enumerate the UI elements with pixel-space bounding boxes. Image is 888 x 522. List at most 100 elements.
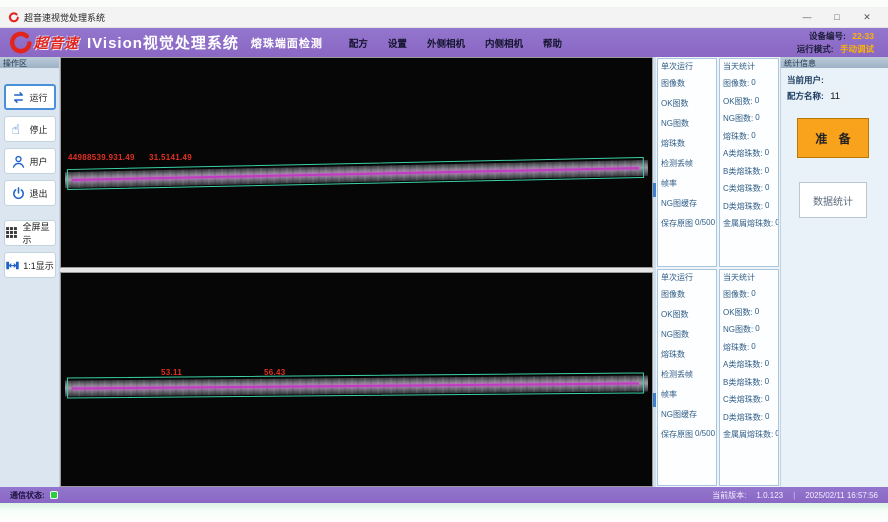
- stat-label: B类熔珠数:: [723, 166, 763, 177]
- stat-row: OK图数: [661, 98, 713, 109]
- user-label: 用户: [29, 155, 47, 168]
- stat-label: 检测丢帧: [661, 158, 693, 169]
- single-run-groupbox: 单次运行 图像数 OK图数 NG图数 熔珠数 检测丢帧 帧率 NG图缓存 保存原…: [657, 269, 717, 486]
- stats-section-top: 单次运行 图像数 OK图数 NG图数 熔珠数 检测丢帧 帧率 NG图缓存 保存原…: [656, 57, 780, 268]
- stat-value: 0: [751, 289, 755, 300]
- stat-value: 0: [755, 96, 759, 107]
- stat-row: NG图缓存: [661, 198, 713, 209]
- recipe-name-row: 配方名称: 11: [787, 90, 882, 102]
- version-value: 1.0.123: [756, 491, 783, 500]
- main-area: 操作区 运行 ☝ 停止 用户: [0, 57, 888, 487]
- stat-row: 金属屑熔珠数:0: [723, 429, 775, 440]
- stat-row: B类熔珠数:0: [723, 377, 775, 388]
- stat-label: 金属屑熔珠数:: [723, 218, 773, 229]
- daily-stats-groupbox: 当天统计 图像数:0 OK图数:0 NG图数:0 熔珠数:0 A类熔珠数:0 B…: [719, 58, 779, 267]
- stat-row: OK图数:0: [723, 307, 775, 318]
- desktop-background: [0, 503, 888, 522]
- stat-label: C类熔珠数:: [723, 183, 763, 194]
- stat-row: 金属屑熔珠数:0: [723, 218, 775, 229]
- stat-label: 检测丢帧: [661, 369, 693, 380]
- one-to-one-button[interactable]: 1:1显示: [4, 252, 56, 278]
- app-title: IVision视觉处理系统: [87, 32, 239, 53]
- stat-value: 0: [751, 131, 755, 142]
- stat-label: A类熔珠数:: [723, 359, 763, 370]
- stat-row: NG图数: [661, 118, 713, 129]
- stat-value: 0: [765, 377, 769, 388]
- stat-label: B类熔珠数:: [723, 377, 763, 388]
- daily-stats-title: 当天统计: [723, 61, 775, 72]
- stat-label: 帧率: [661, 389, 677, 400]
- sidebar-title: 操作区: [0, 57, 59, 68]
- minimize-button[interactable]: —: [794, 9, 820, 26]
- stat-value: 0: [765, 166, 769, 177]
- run-mode-row: 运行模式: 手动调试: [797, 43, 874, 55]
- exit-button[interactable]: 退出: [4, 180, 56, 206]
- data-statistics-button[interactable]: 数据统计: [799, 182, 867, 218]
- stat-value: 0: [751, 78, 755, 89]
- stat-row: C类熔珠数:0: [723, 394, 775, 405]
- application-window: 超音速视觉处理系统 — □ ✕ 超音速 IVision视觉处理系统 熔珠端面检测…: [0, 0, 888, 522]
- camera-image-top[interactable]: 44988539.931.49 31.5141.49: [60, 57, 653, 268]
- stat-row: C类熔珠数:0: [723, 183, 775, 194]
- weld-seam-strip: [64, 370, 649, 401]
- titlebar: 超音速视觉处理系统 — □ ✕: [0, 7, 888, 28]
- run-button[interactable]: 运行: [4, 84, 56, 110]
- stat-value: 0: [775, 429, 779, 440]
- stat-row: 熔珠数: [661, 138, 713, 149]
- prepare-button[interactable]: 准 备: [797, 118, 869, 158]
- stat-label: A类熔珠数:: [723, 148, 763, 159]
- current-user-label: 当前用户:: [787, 75, 824, 85]
- stat-value: 0: [775, 218, 779, 229]
- splitter-handle[interactable]: [653, 393, 656, 407]
- recipe-name-label: 配方名称:: [787, 91, 824, 101]
- stat-value: 0/500: [695, 218, 715, 229]
- stat-label: OK图数: [661, 98, 689, 109]
- stat-label: NG图数: [661, 118, 689, 129]
- current-user-row: 当前用户:: [787, 74, 882, 86]
- menu-settings[interactable]: 设置: [388, 36, 407, 50]
- stat-row: 熔珠数:0: [723, 342, 775, 353]
- menu-help[interactable]: 帮助: [543, 36, 562, 50]
- status-separator: |: [793, 491, 795, 500]
- brand-logo: 超音速: [8, 31, 79, 55]
- maximize-button[interactable]: □: [824, 9, 850, 26]
- user-button[interactable]: 用户: [4, 148, 56, 174]
- version-label: 当前版本:: [712, 490, 746, 501]
- camera-image-bottom[interactable]: 53.11 56.43: [60, 272, 653, 487]
- stat-label: NG图数:: [723, 324, 753, 335]
- info-panel: 统计信息 当前用户: 配方名称: 11 准 备 数据统计: [780, 57, 888, 487]
- stat-label: 保存原图: [661, 218, 693, 229]
- close-button[interactable]: ✕: [854, 9, 880, 26]
- run-mode-value: 手动调试: [840, 44, 874, 54]
- stat-row: OK图数: [661, 309, 713, 320]
- device-number-label: 设备编号:: [809, 31, 846, 41]
- stat-label: NG图缓存: [661, 409, 697, 420]
- single-run-groupbox: 单次运行 图像数 OK图数 NG图数 熔珠数 检测丢帧 帧率 NG图缓存 保存原…: [657, 58, 717, 267]
- stat-label: 图像数: [661, 78, 685, 89]
- stat-row: B类熔珠数:0: [723, 166, 775, 177]
- stop-hand-icon: ☝: [11, 122, 26, 137]
- stats-section-bottom: 单次运行 图像数 OK图数 NG图数 熔珠数 检测丢帧 帧率 NG图缓存 保存原…: [656, 268, 780, 487]
- stat-row: 检测丢帧: [661, 158, 713, 169]
- stat-value: 0: [755, 307, 759, 318]
- stat-row: NG图缓存: [661, 409, 713, 420]
- stat-row: 图像数:0: [723, 78, 775, 89]
- stat-row: 图像数:0: [723, 289, 775, 300]
- menu-inner-camera[interactable]: 内侧相机: [485, 36, 523, 50]
- stat-row: 熔珠数: [661, 349, 713, 360]
- stat-row: 保存原图0/500: [661, 429, 713, 440]
- one-to-one-label: 1:1显示: [23, 259, 54, 272]
- measurement-annotation: 31.5141.49: [149, 153, 192, 162]
- menu-bar: 配方 设置 外侧相机 内侧相机 帮助: [349, 36, 562, 50]
- menu-recipe[interactable]: 配方: [349, 36, 368, 50]
- splitter-handle[interactable]: [653, 183, 656, 197]
- stop-button[interactable]: ☝ 停止: [4, 116, 56, 142]
- stat-label: NG图数: [661, 329, 689, 340]
- run-mode-label: 运行模式:: [797, 44, 834, 54]
- device-number-value: 22-33: [852, 31, 874, 41]
- stat-value: 0/500: [695, 429, 715, 440]
- device-number-row: 设备编号: 22-33: [809, 30, 874, 42]
- fullscreen-button[interactable]: 全屏显示: [4, 220, 56, 246]
- stat-label: OK图数: [661, 309, 689, 320]
- menu-outer-camera[interactable]: 外侧相机: [427, 36, 465, 50]
